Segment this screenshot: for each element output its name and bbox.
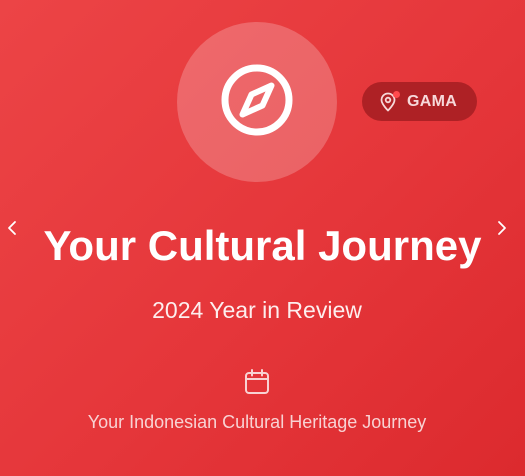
badge-label: GAMA bbox=[407, 92, 458, 110]
caption: Your Indonesian Cultural Heritage Journe… bbox=[87, 412, 427, 432]
map-pin-icon bbox=[378, 90, 400, 112]
calendar-icon bbox=[243, 368, 271, 396]
subtitle: 2024 Year in Review bbox=[152, 297, 362, 323]
compass-icon bbox=[218, 61, 296, 144]
chevron-right-icon bbox=[497, 220, 507, 241]
notification-dot bbox=[393, 90, 400, 98]
location-badge[interactable]: GAMA bbox=[362, 82, 477, 121]
hero-icon-circle bbox=[177, 22, 337, 182]
next-slide-button[interactable] bbox=[495, 220, 509, 240]
page-title: Your Cultural Journey bbox=[43, 222, 482, 269]
journey-card: GAMA Your Cultural Journey 2024 Year in … bbox=[0, 0, 525, 476]
